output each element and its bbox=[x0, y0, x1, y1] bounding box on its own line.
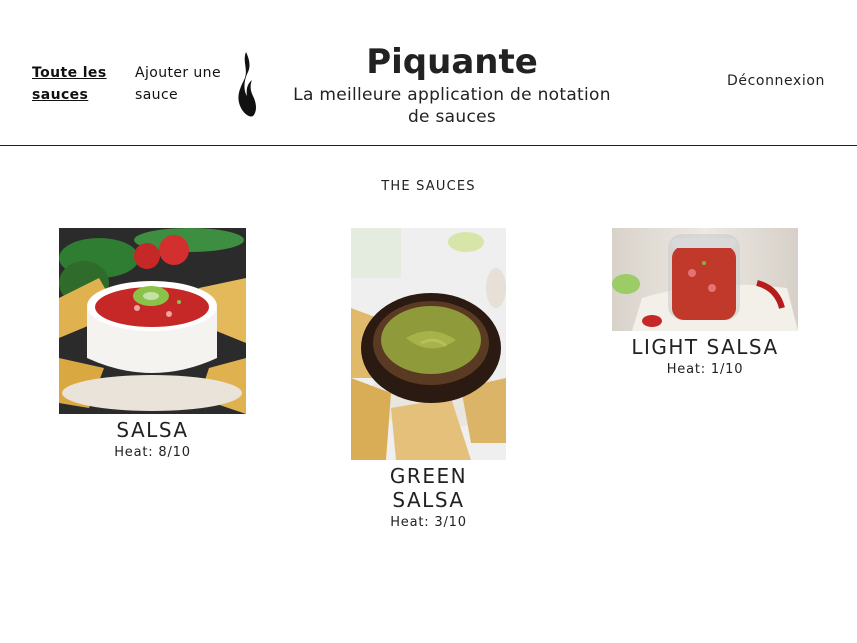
sauce-image-light-salsa[interactable] bbox=[612, 228, 798, 331]
sauce-name: SALSA bbox=[116, 418, 189, 442]
app-subtitle: La meilleure application de notation de … bbox=[293, 85, 611, 127]
app-title: Piquante bbox=[366, 42, 538, 82]
sauce-image-salsa[interactable] bbox=[59, 228, 246, 414]
sauce-heat: Heat: 1/10 bbox=[666, 362, 744, 377]
sauce-name: GREEN SALSA bbox=[389, 464, 468, 512]
brand: Piquante La meilleure application de not… bbox=[282, 40, 622, 128]
sauce-card-green-salsa[interactable]: GREEN SALSA Heat: 3/10 bbox=[351, 228, 506, 530]
sauce-card-light-salsa[interactable]: LIGHT SALSA Heat: 1/10 bbox=[612, 228, 798, 377]
sauce-heat: Heat: 3/10 bbox=[390, 515, 467, 530]
sauce-heat: Heat: 8/10 bbox=[114, 445, 191, 460]
section-title: THE SAUCES bbox=[381, 179, 476, 194]
sauce-card-salsa[interactable]: SALSA Heat: 8/10 bbox=[59, 228, 246, 460]
sauce-name: LIGHT SALSA bbox=[631, 335, 779, 359]
nav-add-sauce-link[interactable]: Ajouter une sauce bbox=[135, 62, 225, 106]
sauce-image-green-salsa[interactable] bbox=[351, 228, 506, 460]
app-header: Toute les sauces Ajouter une sauce Piqua… bbox=[0, 0, 857, 146]
logout-button[interactable]: Déconnexion bbox=[727, 73, 825, 89]
nav-all-sauces-link[interactable]: Toute les sauces bbox=[32, 62, 116, 106]
flame-icon bbox=[238, 52, 256, 117]
